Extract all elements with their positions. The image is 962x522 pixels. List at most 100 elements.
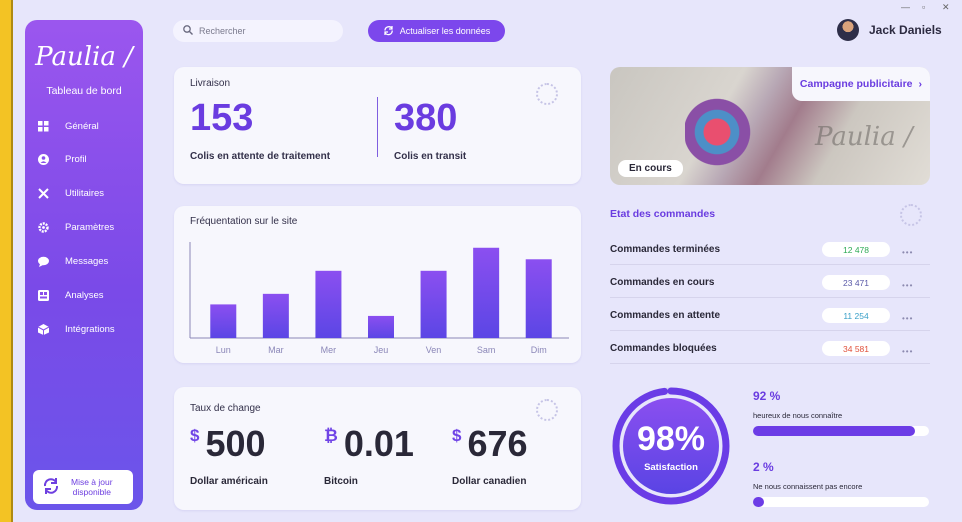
sidebar-item-label: Paramètres	[65, 221, 115, 233]
pending-label: Colis en attente de traitement	[190, 151, 331, 162]
sidebar-item-general[interactable]: Général	[37, 116, 137, 136]
x-tick-label: Lun	[216, 345, 231, 355]
orders-title: Etat des commandes	[610, 208, 716, 220]
order-label: Commandes terminées	[610, 244, 721, 255]
update-line1: Mise à jour	[71, 477, 113, 487]
btc-rate: ₿ 0.01	[324, 424, 414, 464]
campaign-image	[685, 77, 765, 177]
satisfaction-percent: 98%	[636, 420, 706, 458]
order-label: Commandes en cours	[610, 277, 715, 288]
update-line2: disponible	[72, 487, 111, 497]
dashboard-title: Tableau de bord	[46, 85, 122, 97]
more-icon[interactable]: •••	[902, 248, 913, 257]
bar-lun	[210, 304, 237, 338]
order-label: Commandes bloquées	[610, 343, 717, 354]
search-icon	[183, 25, 193, 37]
grid-icon	[37, 120, 49, 132]
status-badge: En cours	[618, 160, 683, 177]
refresh-icon	[383, 25, 394, 38]
exchange-title: Taux de change	[190, 403, 261, 414]
pending-count: 153	[190, 97, 254, 139]
satisfaction-label: Satisfaction	[644, 462, 698, 473]
order-value: 11 254	[822, 308, 890, 323]
sidebar-item-messages[interactable]: Messages	[37, 251, 137, 271]
avatar	[837, 19, 859, 41]
cad-value: 676	[467, 423, 528, 464]
x-tick-label: Mar	[268, 345, 284, 355]
x-tick-label: Ven	[426, 345, 442, 355]
refresh-icon	[41, 477, 63, 497]
usd-name: Dollar américain	[190, 476, 268, 487]
btc-value: 0.01	[343, 423, 414, 464]
bar-sam	[473, 247, 500, 338]
campaign-signature: Paulia /	[815, 122, 913, 152]
gear-icon	[37, 221, 49, 233]
cad-rate: $ 676	[452, 424, 528, 464]
x-tick-label: Mer	[321, 345, 337, 355]
usd-rate: $ 500	[190, 424, 266, 464]
search-input[interactable]: Rechercher	[173, 20, 343, 42]
more-icon[interactable]: •••	[902, 347, 913, 356]
delivery-title: Livraison	[190, 78, 231, 89]
search-placeholder: Rechercher	[199, 26, 246, 36]
user-name: Jack Daniels	[869, 23, 942, 37]
happy-progress	[753, 426, 929, 436]
happy-progress-fill	[753, 426, 915, 436]
transit-label: Colis en transit	[394, 151, 467, 162]
close-icon[interactable]: ✕	[942, 2, 950, 13]
user-profile[interactable]: Jack Daniels	[837, 19, 942, 41]
refresh-data-button[interactable]: Actualiser les données	[368, 20, 505, 42]
order-row-blocked: Commandes bloquées 34 581 •••	[610, 335, 930, 364]
unknown-text: Ne nous connaissent pas encore	[753, 482, 863, 491]
sidebar-item-analyses[interactable]: Analyses	[37, 285, 137, 305]
sidebar-item-label: Général	[65, 120, 99, 132]
sidebar-item-label: Utilitaires	[65, 187, 105, 199]
exchange-rate-card: Taux de change $ 500 Dollar américain ₿ …	[174, 387, 581, 510]
loading-icon	[536, 83, 558, 105]
order-row-completed: Commandes terminées 12 478 •••	[610, 236, 930, 265]
delivery-card: Livraison 153 Colis en attente de traite…	[174, 67, 581, 184]
bar-chart: Lun Mar Mer Jeu Ven Sam Dim	[189, 242, 569, 355]
happy-text: heureux de nous connaître	[753, 411, 843, 420]
campaign-banner[interactable]: Paulia / Campagne publicitaire › En cour…	[610, 67, 930, 185]
app-window: — ▫ ✕ Paulia / Tableau de bord Général P…	[11, 0, 962, 522]
update-available-button[interactable]: Mise à jour disponible	[33, 470, 133, 504]
sidebar-item-label: Messages	[65, 255, 109, 267]
campaign-link[interactable]: Campagne publicitaire ›	[791, 67, 930, 101]
sidebar-item-label: Intégrations	[65, 323, 115, 335]
bar-dim	[525, 259, 552, 338]
sidebar-item-label: Profil	[65, 153, 87, 165]
user-icon	[37, 153, 49, 165]
x-tick-label: Sam	[477, 345, 496, 355]
maximize-icon[interactable]: ▫	[922, 2, 925, 12]
unknown-percent: 2 %	[753, 460, 774, 474]
loading-icon	[900, 204, 922, 226]
sidebar-item-profil[interactable]: Profil	[37, 149, 137, 169]
sidebar: Paulia / Tableau de bord Général Profil …	[25, 20, 143, 510]
dollar-symbol: $	[190, 426, 200, 445]
bar-mer	[315, 270, 342, 338]
chat-icon	[37, 255, 49, 267]
minimize-icon[interactable]: —	[901, 2, 910, 12]
cube-icon	[37, 323, 49, 335]
analytics-icon	[37, 289, 49, 301]
more-icon[interactable]: •••	[902, 314, 913, 323]
btc-name: Bitcoin	[324, 476, 358, 487]
traffic-chart-card: Fréquentation sur le site Lun Mar Mer Jeu Ve…	[174, 206, 581, 363]
transit-count: 380	[394, 97, 458, 139]
unknown-progress	[753, 497, 929, 507]
order-value: 34 581	[822, 341, 890, 356]
sidebar-item-parametres[interactable]: Paramètres	[37, 217, 137, 237]
more-icon[interactable]: •••	[902, 281, 913, 290]
bar-jeu	[368, 315, 394, 338]
order-value: 12 478	[822, 242, 890, 257]
sidebar-item-utilitaires[interactable]: Utilitaires	[37, 183, 137, 203]
divider	[377, 97, 378, 157]
sidebar-item-integrations[interactable]: Intégrations	[37, 319, 137, 339]
bar-mar	[262, 293, 289, 338]
happy-percent: 92 %	[753, 389, 781, 403]
campaign-link-label: Campagne publicitaire	[799, 78, 913, 90]
order-row-in-progress: Commandes en cours 23 471 •••	[610, 269, 930, 298]
cad-name: Dollar canadien	[452, 476, 527, 487]
tools-icon	[37, 187, 49, 199]
